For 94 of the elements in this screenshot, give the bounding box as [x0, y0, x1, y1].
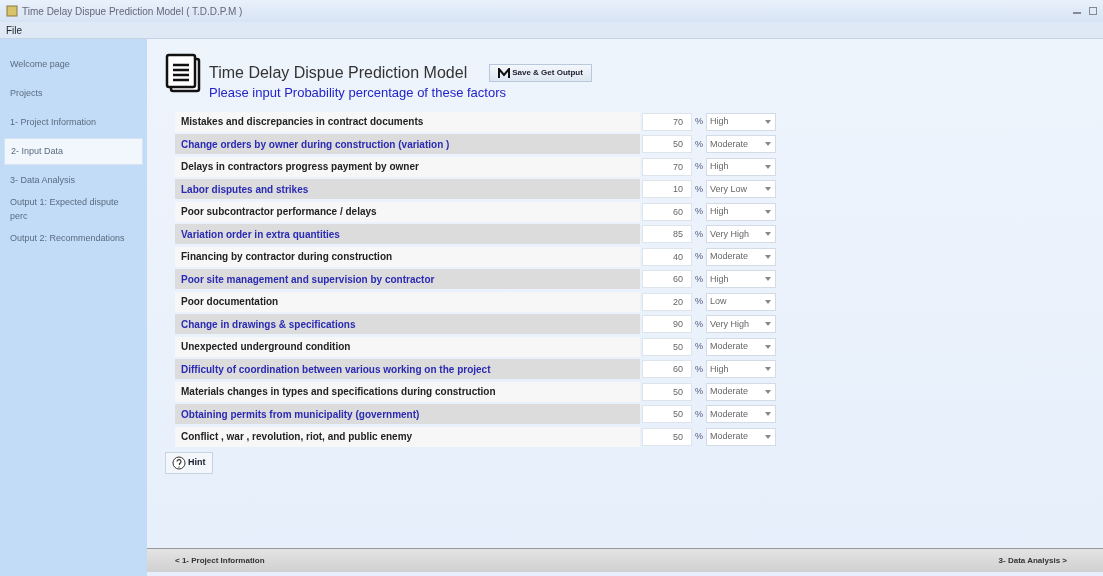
sidebar-item[interactable]: Projects — [4, 80, 143, 107]
document-icon — [165, 53, 201, 93]
factor-label: Financing by contractor during construction — [175, 246, 640, 267]
rating-dropdown[interactable]: High — [706, 157, 776, 176]
next-button[interactable]: 3- Data Analysis > — [998, 554, 1067, 567]
percent-sign: % — [694, 115, 704, 128]
percent-field[interactable]: 10 — [642, 180, 692, 199]
caret-icon — [765, 209, 771, 214]
rating-dropdown[interactable]: High — [706, 270, 776, 289]
caret-icon — [765, 367, 771, 372]
percent-field[interactable]: 85 — [642, 225, 692, 244]
rating-dropdown[interactable]: Low — [706, 292, 776, 311]
percent-field[interactable]: 60 — [642, 202, 692, 221]
rating-dropdown[interactable]: Moderate — [706, 135, 776, 154]
help-icon — [172, 456, 186, 470]
sidebar-item[interactable]: 3- Data Analysis — [4, 167, 143, 194]
percent-field[interactable]: 70 — [642, 112, 692, 131]
percent-sign: % — [694, 205, 704, 218]
rating-dropdown[interactable]: Moderate — [706, 337, 776, 356]
rating-dropdown[interactable]: Moderate — [706, 405, 776, 424]
caret-icon — [765, 164, 771, 169]
percent-field[interactable]: 70 — [642, 157, 692, 176]
back-button[interactable]: < 1- Project Information — [175, 554, 265, 567]
factor-label: Unexpected underground condition — [175, 336, 640, 357]
rating-dropdown[interactable]: High — [706, 112, 776, 131]
percent-field[interactable]: 50 — [642, 337, 692, 356]
factor-label: Obtaining permits from municipality (government) — [175, 404, 640, 425]
save-output-button[interactable]: Save & Get Output — [489, 64, 592, 82]
factor-label: Change orders by owner during construction (variation ) — [175, 134, 640, 155]
percent-field[interactable]: 50 — [642, 427, 692, 446]
percent-sign: % — [694, 317, 704, 331]
caret-icon — [765, 254, 771, 259]
percent-sign: % — [694, 340, 704, 353]
caret-icon — [765, 119, 771, 124]
percent-sign: % — [694, 160, 704, 173]
percent-sign: % — [694, 182, 704, 196]
menu-item[interactable]: File — [6, 22, 23, 38]
percent-sign: % — [694, 250, 704, 263]
percent-sign: % — [694, 227, 704, 241]
sidebar-item[interactable]: Welcome page — [4, 51, 143, 78]
caret-icon — [765, 412, 771, 417]
rating-dropdown[interactable]: High — [706, 360, 776, 379]
percent-field[interactable]: 40 — [642, 247, 692, 266]
factor-label: Poor site management and supervision by contractor — [175, 269, 640, 290]
rating-dropdown[interactable]: Moderate — [706, 247, 776, 266]
caret-icon — [765, 434, 771, 439]
percent-sign: % — [694, 362, 704, 376]
factor-label: Materials changes in types and specifications during construction — [175, 381, 640, 402]
factor-label: Poor subcontractor performance / delays — [175, 201, 640, 222]
percent-field[interactable]: 50 — [642, 135, 692, 154]
factor-label: Conflict , war , revolution, riot, and public enemy — [175, 426, 640, 447]
sidebar-item[interactable]: 2- Input Data — [4, 138, 143, 165]
factor-label: Delays in contractors progress payment by owner — [175, 156, 640, 177]
percent-field[interactable]: 20 — [642, 292, 692, 311]
sidebar-item[interactable]: 1- Project Information — [4, 109, 143, 136]
caret-icon — [765, 389, 771, 394]
percent-field[interactable]: 60 — [642, 360, 692, 379]
factor-label: Labor disputes and strikes — [175, 179, 640, 200]
rating-dropdown[interactable]: Very Low — [706, 180, 776, 199]
hint-button[interactable]: Hint — [165, 452, 213, 474]
factor-label: Difficulty of coordination between various working on the project — [175, 359, 640, 380]
caret-icon — [765, 344, 771, 349]
app-icon — [6, 5, 18, 17]
caret-icon — [765, 299, 771, 304]
factor-label: Variation order in extra quantities — [175, 224, 640, 245]
sidebar-item[interactable]: Output 1: Expected dispute perc — [4, 196, 143, 223]
caret-icon — [765, 142, 771, 147]
rating-dropdown[interactable]: High — [706, 202, 776, 221]
maximize-icon[interactable] — [1089, 7, 1097, 15]
percent-field[interactable]: 60 — [642, 270, 692, 289]
rating-dropdown[interactable]: Moderate — [706, 427, 776, 446]
percent-sign: % — [694, 295, 704, 308]
percent-sign: % — [694, 385, 704, 398]
window-title: Time Delay Dispue Prediction Model ( T.D.D.P.M ) — [22, 4, 243, 19]
percent-field[interactable]: 50 — [642, 382, 692, 401]
caret-icon — [765, 322, 771, 327]
percent-sign: % — [694, 137, 704, 151]
percent-sign: % — [694, 430, 704, 443]
percent-sign: % — [694, 407, 704, 421]
rating-dropdown[interactable]: Moderate — [706, 382, 776, 401]
factor-label: Change in drawings & specifications — [175, 314, 640, 335]
instruction-text: Please input Probability percentage of these factors — [209, 84, 507, 102]
rating-dropdown[interactable]: Very High — [706, 225, 776, 244]
factor-label: Poor documentation — [175, 291, 640, 312]
percent-field[interactable]: 90 — [642, 315, 692, 334]
sidebar-item[interactable]: Output 2: Recommendations — [4, 225, 143, 252]
percent-field[interactable]: 50 — [642, 405, 692, 424]
caret-icon — [765, 187, 771, 192]
caret-icon — [765, 277, 771, 282]
page-title: Time Delay Dispue Prediction Model — [209, 63, 468, 83]
caret-icon — [765, 232, 771, 237]
percent-sign: % — [694, 272, 704, 286]
factor-label: Mistakes and discrepancies in contract documents — [175, 111, 640, 132]
rating-dropdown[interactable]: Very High — [706, 315, 776, 334]
